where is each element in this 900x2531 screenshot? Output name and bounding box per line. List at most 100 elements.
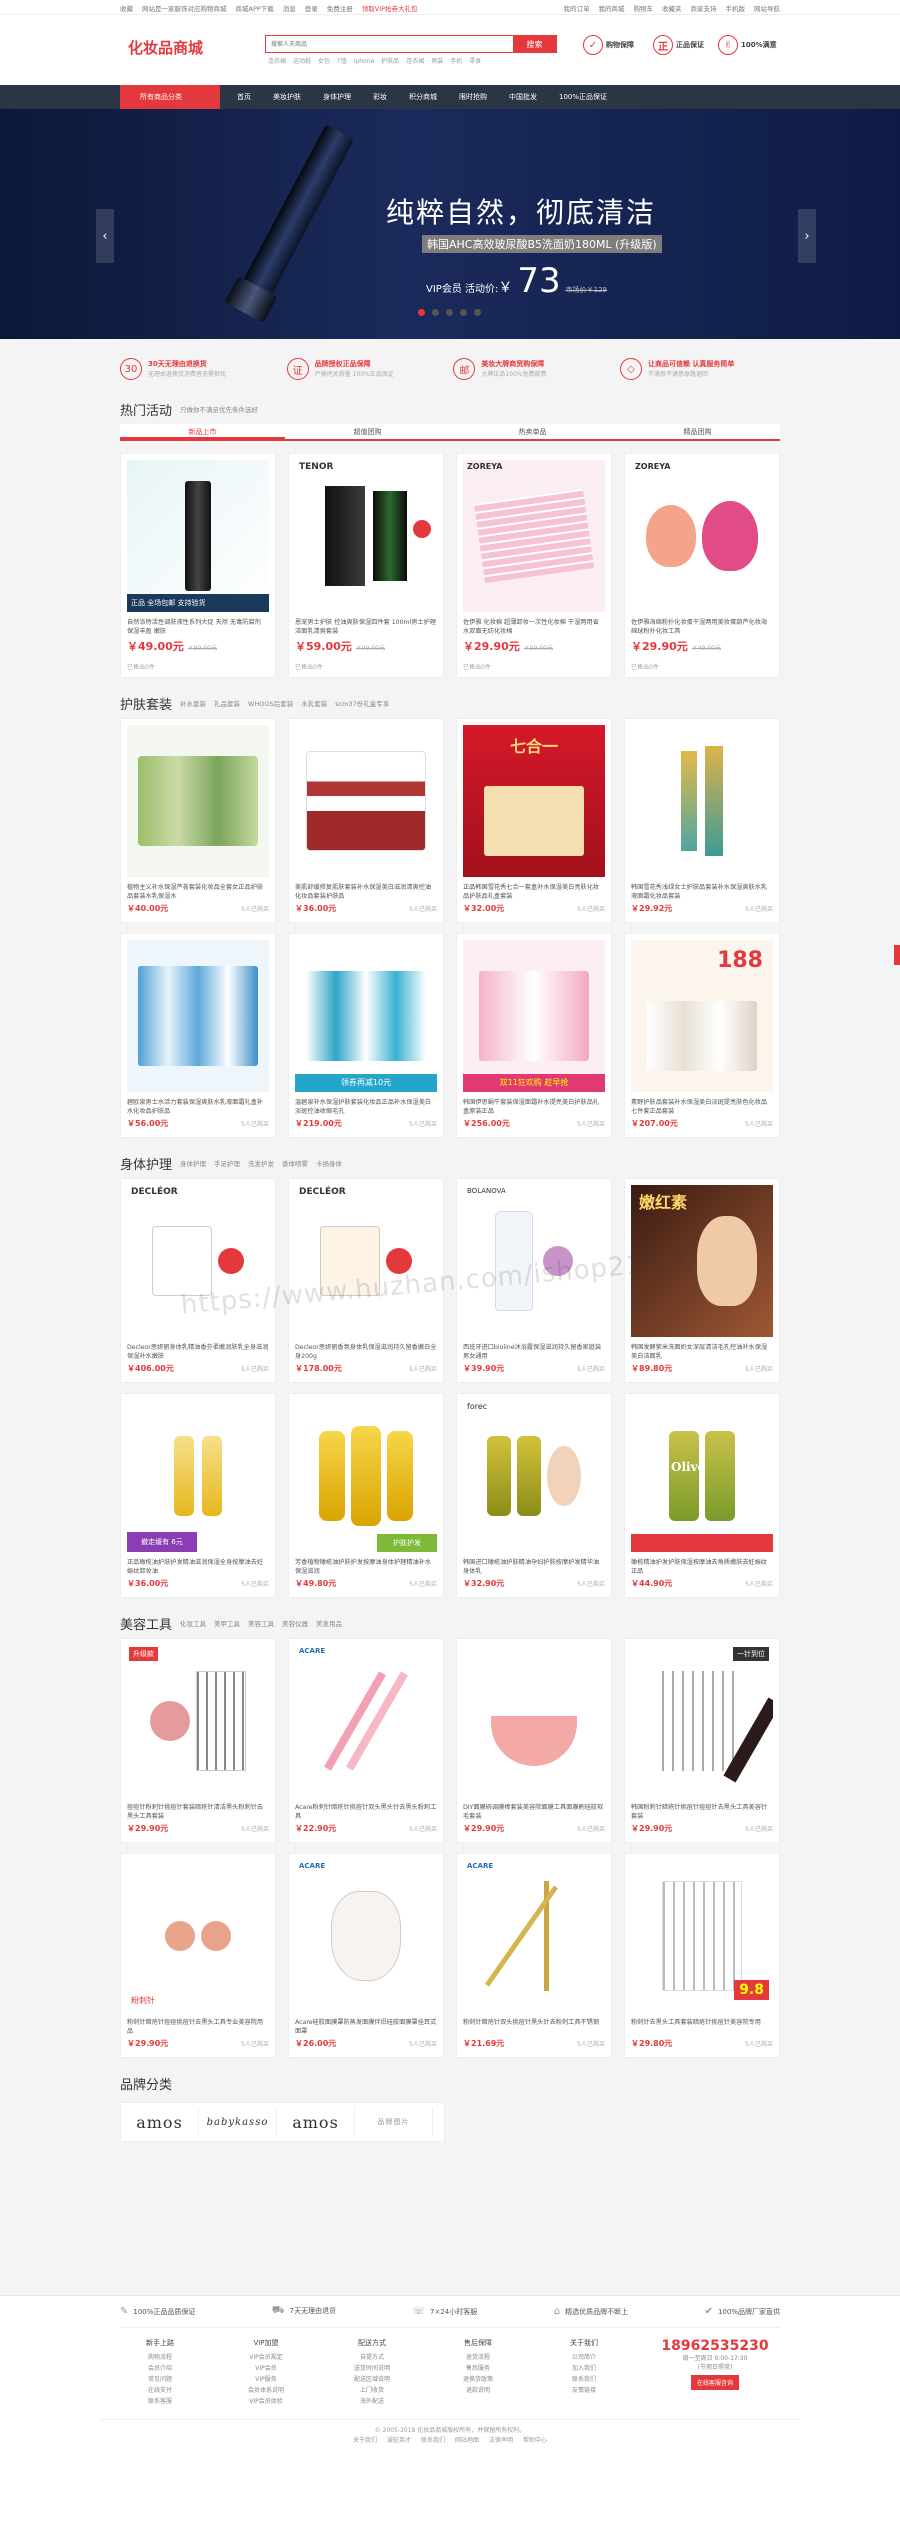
subcategory-link[interactable]: 身体护理 (180, 1160, 206, 1168)
brand-logo[interactable]: amos (121, 2107, 199, 2137)
footer-link[interactable]: 联系我们 (544, 2374, 624, 2385)
subcategory-link[interactable]: 洗发护发 (248, 1160, 274, 1168)
banner-dot[interactable] (418, 309, 425, 316)
subcategory-link[interactable]: scm37份礼盒专享 (335, 700, 389, 708)
right-sidebar-tab[interactable] (894, 945, 900, 965)
subcategory-link[interactable]: 美发用品 (316, 1620, 342, 1628)
my-mall-link[interactable]: 我的商城 (599, 5, 625, 13)
product-name[interactable]: 粉刺针暗疮针双头挑痘针黑头针去粉刺工具不锈钢 (457, 2018, 611, 2036)
tab-premium-group[interactable]: 精品团购 (615, 424, 780, 439)
product-card[interactable]: Olive 橄榄精油护发护肤保湿按摩油去角质嫩肤去妊娠纹正品 ￥44.90元 5人已购… (624, 1393, 780, 1598)
register-link[interactable]: 免费注册 (327, 5, 353, 13)
product-image[interactable]: ZOREYA (463, 460, 605, 612)
nav-wholesale[interactable]: 中国批发 (498, 85, 548, 109)
product-name[interactable]: 韩国雪花秀浅绿女士护肤品套装补水保湿爽肤水乳液面霜化妆品套装 (625, 883, 779, 901)
footer-link[interactable]: 自提方式 (332, 2352, 412, 2363)
footer-bottom-link[interactable]: 诚征英才 (387, 2437, 411, 2444)
tab-new[interactable]: 新品上市 (120, 424, 285, 439)
subcategory-link[interactable]: 美容仪器 (282, 1620, 308, 1628)
product-name[interactable]: Acare硅胶面膜罩防蒸发面膜伴侣硅胶面膜罩挂耳式面罩 (289, 2018, 443, 2036)
mobile-link[interactable]: 手机版 (726, 5, 746, 13)
product-image[interactable]: 升级款 (127, 1645, 269, 1797)
banner-dot[interactable] (474, 309, 481, 316)
site-logo[interactable]: 化妆品商城 (128, 37, 203, 58)
login-link[interactable]: 登录 (305, 5, 318, 13)
product-image[interactable] (295, 725, 437, 877)
product-card[interactable]: 9.8 粉刺针去黑头工具套装暗疮针挑痘针美容院专用 ￥29.80元 5人已购买 (624, 1853, 780, 2058)
nav-points-mall[interactable]: 积分商城 (398, 85, 448, 109)
merchant-link[interactable]: 商家支持 (691, 5, 717, 13)
nav-skincare[interactable]: 美妆护肤 (262, 85, 312, 109)
footer-link[interactable]: 退换货政策 (438, 2374, 518, 2385)
footer-bottom-link[interactable]: 帮助中心 (523, 2437, 547, 2444)
subcategory-link[interactable]: 美甲工具 (214, 1620, 240, 1628)
footer-link[interactable]: VIP会员体验 (226, 2396, 306, 2407)
product-image[interactable]: Olive (631, 1400, 773, 1552)
product-image[interactable] (463, 1645, 605, 1797)
product-card[interactable]: ZOREYA 佐伊雅海绵粉扑化妆蛋干湿两用美妆蛋葫芦化妆海绵球粉扑化妆工具 ￥2… (624, 453, 780, 678)
product-image[interactable]: TENOR (295, 460, 437, 612)
subcategory-link[interactable]: 礼品套装 (214, 700, 240, 708)
footer-link[interactable]: 购物流程 (120, 2352, 200, 2363)
footer-link[interactable]: 退货流程 (438, 2352, 518, 2363)
product-card[interactable]: ACARE 粉刺针暗疮针双头挑痘针黑头针去粉刺工具不锈钢 ￥21.69元 5人已购买 (456, 1853, 612, 2058)
product-image[interactable] (127, 725, 269, 877)
product-image[interactable]: ACARE (463, 1860, 605, 2012)
product-card[interactable]: ACARE Acare硅胶面膜罩防蒸发面膜伴侣硅胶面膜罩挂耳式面罩 ￥26.00元 5… (288, 1853, 444, 2058)
product-name[interactable]: 佐伊雅 化妆棉 超薄卸妆一次性化妆棉 干湿两用省水双面无纺化妆棉 (457, 618, 611, 636)
product-image[interactable]: 粉刺针 (127, 1860, 269, 2012)
vip-coupon-link[interactable]: 领取VIP抢券大礼包 (362, 5, 418, 13)
product-image[interactable]: 9.8 (631, 1860, 773, 2012)
product-name[interactable]: 韩国粉刺针暗疮针挑痘针痘痘针去黑头工具美容针套装 (625, 1803, 779, 1821)
banner-dot[interactable] (446, 309, 453, 316)
footer-link[interactable]: 售后服务 (438, 2363, 518, 2374)
footer-link[interactable]: 上门收货 (332, 2385, 412, 2396)
product-name[interactable]: DIY面膜碗调膜棒套装美容院面膜工具面膜刷硅胶软毛套装 (457, 1803, 611, 1821)
footer-link[interactable]: 送货时间说明 (332, 2363, 412, 2374)
product-image[interactable]: 七合一 (463, 725, 605, 877)
product-card[interactable]: 碧欧泉男士水活力套装保湿爽肤水乳液面霜礼盒补水化妆品护肤品 ￥56.00元 5人已购… (120, 933, 276, 1138)
footer-bottom-link[interactable]: 联系我们 (421, 2437, 445, 2444)
nav-genuine[interactable]: 100%正品保证 (548, 85, 618, 109)
product-name[interactable]: 韩国发酵紫米洗面奶女深层清洁毛孔控油补水保湿美白洁面乳 (625, 1343, 779, 1361)
footer-bottom-link[interactable]: 法律声明 (489, 2437, 513, 2444)
sitemap-link[interactable]: 网站导航 (754, 5, 780, 13)
product-name[interactable]: 痘痘针粉刺针挑痘针套装暗疮针清洁黑头粉刺针去黑头工具套装 (121, 1803, 275, 1821)
product-image[interactable]: ACARE (295, 1645, 437, 1797)
hot-keyword[interactable]: 运动鞋 (293, 58, 311, 65)
product-name[interactable]: 自然派特活性调肤液性系列大促 天然 无毒防腐剂 保湿丰盈 嫩肤 (121, 618, 275, 636)
cart-link[interactable]: 购物车 (634, 5, 654, 13)
footer-link[interactable]: 在线支付 (120, 2385, 200, 2396)
online-service-button[interactable]: 在线客服咨询 (690, 2375, 739, 2390)
product-image[interactable]: 一针到位 (631, 1645, 773, 1797)
subcategory-link[interactable]: 补水套装 (180, 700, 206, 708)
product-name[interactable]: Acare粉刺针暗疮针挑痘针双头黑头针去黑头粉刺工具 (289, 1803, 443, 1821)
product-image[interactable]: ZOREYA (631, 460, 773, 612)
product-name[interactable]: 西班牙进口bioline沐浴露保湿滋润持久留香家庭装男女通用 (457, 1343, 611, 1361)
product-card[interactable]: 双11狂欢购 趁早抢 韩国伊思蜗牛套装保湿面霜补水提亮美白护肤品礼盒原装正品 ￥25… (456, 933, 612, 1138)
footer-bottom-link[interactable]: 关于我们 (353, 2437, 377, 2444)
product-name[interactable]: 韩国伊思蜗牛套装保湿面霜补水提亮美白护肤品礼盒原装正品 (457, 1098, 611, 1116)
product-name[interactable]: 素野护肤品套装补水保湿美白淡斑提亮肤色化妆品七件套正品套装 (625, 1098, 779, 1116)
product-image[interactable]: forec (463, 1400, 605, 1552)
nav-makeup[interactable]: 彩妆 (362, 85, 398, 109)
product-name[interactable]: 恩宠男士护肤 控油爽肤保湿四件套 100ml男士护理洁面乳清爽套装 (289, 618, 443, 636)
footer-link[interactable]: 会员体系说明 (226, 2385, 306, 2396)
product-card[interactable]: DECLÉOR Decleor思妍丽身体乳精油香芬柔嫩润肤乳全身滋润保湿补水嫩肤 ￥… (120, 1178, 276, 1383)
my-orders-link[interactable]: 我的订单 (564, 5, 590, 13)
subcategory-link[interactable]: 卡扬身体 (316, 1160, 342, 1168)
product-name[interactable]: 碧欧泉男士水活力套装保湿爽肤水乳液面霜礼盒补水化妆品护肤品 (121, 1098, 275, 1116)
product-card[interactable]: forec 韩国进口橄榄油护肤精油孕妇护肤按摩护发精华油身体乳 ￥32.90元 5人已… (456, 1393, 612, 1598)
product-image[interactable]: 双11狂欢购 趁早抢 (463, 940, 605, 1092)
all-categories-button[interactable]: 所有商品分类 (120, 85, 220, 109)
subcategory-link[interactable]: 水乳套装 (301, 700, 327, 708)
favorites-link[interactable]: 收藏夹 (662, 5, 682, 13)
product-name[interactable]: 正品橄榄油护肤护发精油滋润保湿全身按摩油去妊娠纹卸妆油 (121, 1558, 275, 1576)
product-card[interactable]: 嫩红素 韩国发酵紫米洗面奶女深层清洁毛孔控油补水保湿美白洁面乳 ￥89.80元 5人已… (624, 1178, 780, 1383)
product-image[interactable]: 正品 全场包邮 支持验货 (127, 460, 269, 612)
footer-link[interactable]: 会员介绍 (120, 2363, 200, 2374)
footer-link[interactable]: VIP会员规定 (226, 2352, 306, 2363)
product-image[interactable]: 撤走缓有 6元 (127, 1400, 269, 1552)
brand-logo[interactable]: 品牌图片 (355, 2107, 433, 2137)
subcategory-link[interactable]: 美容工具 (248, 1620, 274, 1628)
